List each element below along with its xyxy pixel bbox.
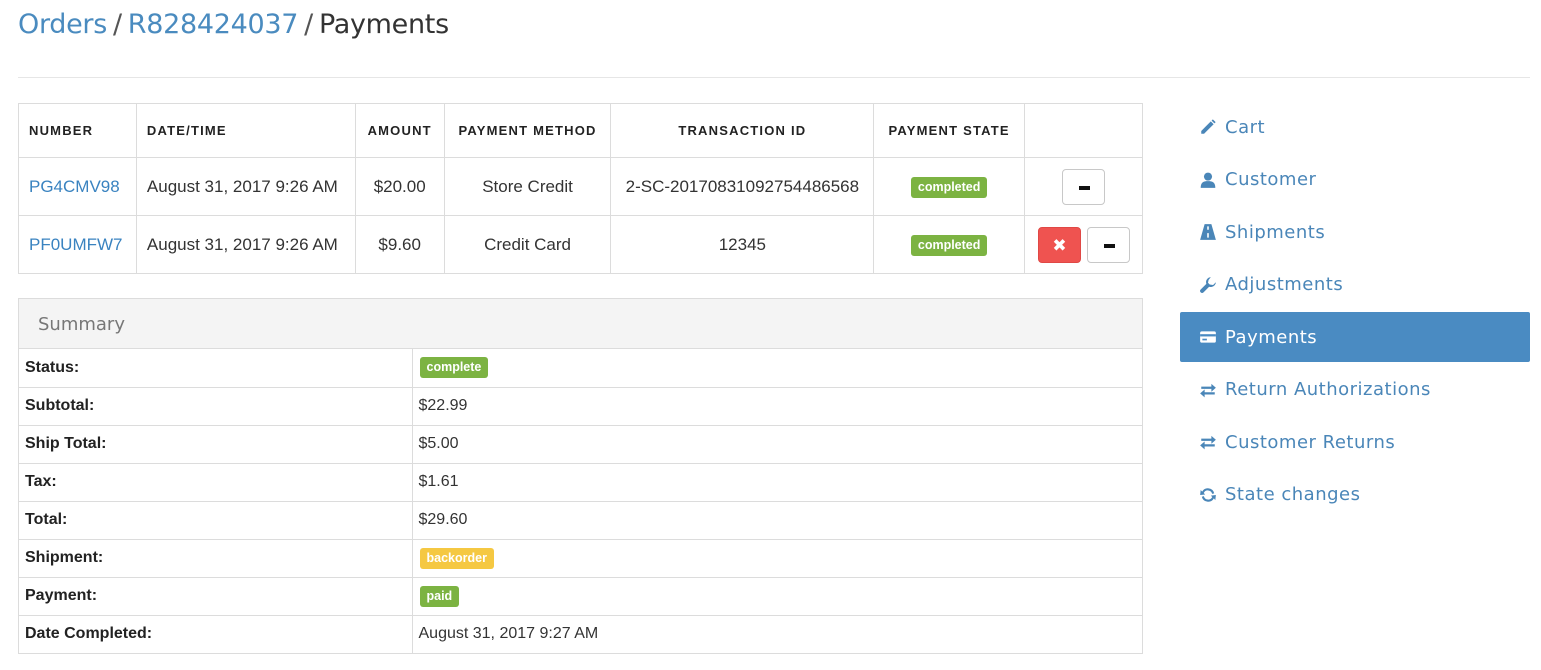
road-icon <box>1198 222 1218 242</box>
payment-number-link[interactable]: PG4CMV98 <box>29 177 120 196</box>
summary-key: Subtotal: <box>19 386 413 425</box>
transaction-id: 12345 <box>610 215 875 274</box>
transaction-id: 2-SC-20170831092754486568 <box>610 157 875 216</box>
summary-key: Tax: <box>19 462 413 501</box>
breadcrumb-separator: / <box>304 9 313 40</box>
summary-row-subtotal: Subtotal: $22.99 <box>19 386 1142 425</box>
nav-item-label: State changes <box>1225 484 1361 505</box>
column-header-actions <box>1024 103 1143 158</box>
summary-row-payment: Payment: paid <box>19 576 1142 615</box>
shipment-state-badge: backorder <box>419 547 494 569</box>
void-button[interactable]: ✖ <box>1038 226 1081 263</box>
summary-key: Date Completed: <box>19 614 413 653</box>
payment-amount: $20.00 <box>354 157 445 216</box>
payments-table: Number Date/Time Amount Payment Method T… <box>18 103 1143 274</box>
payment-method: Credit Card <box>443 215 612 274</box>
summary-key: Status: <box>19 349 413 387</box>
wrench-icon <box>1198 275 1218 295</box>
summary-row-status: Status: complete <box>19 349 1142 387</box>
collapse-button[interactable] <box>1062 168 1105 205</box>
summary-row-tax: Tax: $1.61 <box>19 462 1142 501</box>
summary-key: Payment: <box>19 576 413 615</box>
payment-datetime: August 31, 2017 9:26 AM <box>135 215 356 274</box>
payment-amount: $9.60 <box>354 215 445 274</box>
page-header: Orders / R828424037/Payments <box>18 8 1530 78</box>
summary-key: Total: <box>19 500 413 539</box>
summary-table: Status: complete Subtotal: $22.99 Ship Tot… <box>19 349 1142 653</box>
column-header-number: Number <box>18 103 137 158</box>
minus-icon <box>1104 243 1115 248</box>
payment-method: Store Credit <box>443 157 612 216</box>
table-row: PF0UMFW7 August 31, 2017 9:26 AM $9.60 C… <box>18 215 1143 274</box>
summary-value-total: $29.60 <box>412 500 1142 539</box>
summary-panel: Summary Status: complete Subtotal: $22.99 … <box>18 298 1143 654</box>
breadcrumb-orders-link[interactable]: Orders <box>18 9 107 40</box>
summary-title: Summary <box>19 299 1142 349</box>
summary-row-date-completed: Date Completed: August 31, 2017 9:27 AM <box>19 614 1142 653</box>
breadcrumb: Orders / R828424037/Payments <box>18 8 1530 42</box>
column-header-transaction-id: Transaction ID <box>610 103 875 158</box>
minus-icon <box>1079 185 1090 190</box>
summary-value-subtotal: $22.99 <box>412 386 1142 425</box>
summary-key: Shipment: <box>19 538 413 577</box>
summary-key: Ship Total: <box>19 424 413 463</box>
payment-number-link[interactable]: PF0UMFW7 <box>29 235 123 254</box>
nav-item-payments[interactable]: Payments <box>1180 312 1530 362</box>
transfer-icon <box>1198 380 1218 400</box>
summary-row-total: Total: $29.60 <box>19 500 1142 539</box>
summary-value-tax: $1.61 <box>412 462 1142 501</box>
nav-item-shipments[interactable]: Shipments <box>1180 207 1530 257</box>
nav-item-cart[interactable]: Cart <box>1180 102 1530 152</box>
transfer-icon <box>1198 432 1218 452</box>
column-header-payment-state: Payment State <box>873 103 1026 158</box>
summary-value-ship-total: $5.00 <box>412 424 1142 463</box>
order-tabs-nav: Cart Customer Shipments Adjustments Paym… <box>1180 102 1530 522</box>
nav-item-label: Adjustments <box>1225 274 1344 295</box>
table-row: PG4CMV98 August 31, 2017 9:26 AM $20.00 … <box>18 157 1143 216</box>
nav-item-label: Customer Returns <box>1225 431 1396 453</box>
summary-row-shipment: Shipment: backorder <box>19 538 1142 577</box>
payment-state-badge: paid <box>419 585 460 607</box>
nav-item-customer[interactable]: Customer <box>1180 155 1530 205</box>
collapse-button[interactable] <box>1087 226 1130 263</box>
close-icon: ✖ <box>1052 235 1067 255</box>
status-badge: complete <box>419 357 489 379</box>
payment-datetime: August 31, 2017 9:26 AM <box>135 157 356 216</box>
nav-item-label: Payments <box>1225 326 1318 348</box>
breadcrumb-order-link[interactable]: R828424037 <box>128 9 299 40</box>
breadcrumb-separator: / <box>113 9 122 40</box>
nav-item-return-authorizations[interactable]: Return Authorizations <box>1180 365 1530 415</box>
column-header-datetime: Date/Time <box>135 103 356 158</box>
payment-state-badge: completed <box>910 176 988 198</box>
column-header-amount: Amount <box>354 103 445 158</box>
nav-item-adjustments[interactable]: Adjustments <box>1180 260 1530 310</box>
table-header-row: Number Date/Time Amount Payment Method T… <box>18 103 1143 158</box>
nav-item-label: Shipments <box>1225 221 1326 243</box>
nav-item-label: Cart <box>1225 116 1266 138</box>
summary-row-ship-total: Ship Total: $5.00 <box>19 424 1142 463</box>
nav-item-label: Return Authorizations <box>1225 379 1431 400</box>
refresh-icon <box>1198 485 1218 505</box>
summary-value-date-completed: August 31, 2017 9:27 AM <box>412 614 1142 653</box>
credit-card-icon <box>1198 327 1218 347</box>
user-icon <box>1198 170 1218 190</box>
nav-item-customer-returns[interactable]: Customer Returns <box>1180 417 1530 467</box>
pencil-icon <box>1198 117 1218 137</box>
payment-state-badge: completed <box>910 234 988 256</box>
nav-item-label: Customer <box>1225 169 1317 190</box>
page-title: Payments <box>318 9 449 40</box>
nav-item-state-changes[interactable]: State changes <box>1180 470 1530 520</box>
column-header-payment-method: Payment Method <box>443 103 612 158</box>
